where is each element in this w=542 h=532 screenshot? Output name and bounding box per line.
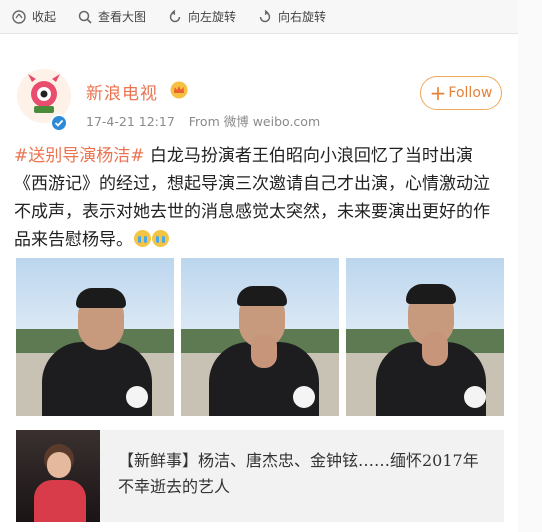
follow-button[interactable]: + Follow xyxy=(420,76,502,110)
follow-label: Follow xyxy=(448,85,493,101)
window-edge xyxy=(518,0,542,532)
weibo-post-card: 新浪电视 17-4-21 12:17 From 微博 weibo.com + F… xyxy=(0,34,518,532)
magnifier-icon xyxy=(78,10,92,24)
article-title: 【新鲜事】杨洁、唐杰忠、金钟铉……缅怀2017年不幸逝去的艺人 xyxy=(118,451,479,496)
rotate-left-icon xyxy=(169,9,181,22)
hashtag-link[interactable]: #送别导演杨洁# xyxy=(14,146,145,166)
post-photo-3[interactable] xyxy=(346,258,504,416)
rotate-right-button[interactable]: 向右旋转 xyxy=(258,8,326,25)
collapse-label: 收起 xyxy=(32,10,57,24)
post-photo-2[interactable] xyxy=(181,258,339,416)
timestamp[interactable]: 17-4-21 12:17 xyxy=(86,114,175,129)
article-thumbnail xyxy=(16,430,100,522)
collapse-button[interactable]: 收起 xyxy=(12,8,56,25)
verified-badge-icon xyxy=(50,114,68,132)
rotate-left-button[interactable]: 向左旋转 xyxy=(168,8,236,25)
collapse-icon xyxy=(12,9,26,24)
plus-icon: + xyxy=(429,81,447,105)
rotate-right-icon xyxy=(259,9,271,22)
crying-face-icon xyxy=(152,230,169,247)
image-toolbar: 收起 查看大图 向左旋转 向右旋转 xyxy=(0,0,518,34)
post-body: #送别导演杨洁# 白龙马扮演者王伯昭向小浪回忆了当时出演《西游记》的经过，想起导… xyxy=(14,142,502,254)
view-large-label: 查看大图 xyxy=(98,10,147,24)
post-source: From 微博 weibo.com xyxy=(188,114,321,129)
view-large-button[interactable]: 查看大图 xyxy=(78,8,146,25)
photo-grid xyxy=(16,258,504,418)
linked-article[interactable]: 【新鲜事】杨洁、唐杰忠、金钟铉……缅怀2017年不幸逝去的艺人 xyxy=(16,430,504,522)
rotate-left-label: 向左旋转 xyxy=(188,10,237,24)
rotate-right-label: 向右旋转 xyxy=(278,10,327,24)
username[interactable]: 新浪电视 xyxy=(86,79,158,104)
post-meta: 17-4-21 12:17 From 微博 weibo.com xyxy=(86,111,320,130)
post-photo-1[interactable] xyxy=(16,258,174,416)
crown-icon xyxy=(170,81,188,99)
crying-face-icon xyxy=(134,230,151,247)
